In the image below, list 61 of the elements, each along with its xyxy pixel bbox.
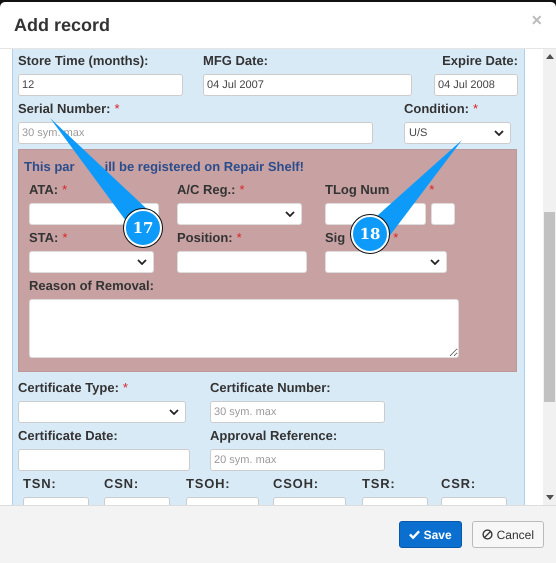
scroll-down-icon[interactable] <box>546 495 554 500</box>
dropdown[interactable] <box>29 251 154 273</box>
required-mark: * <box>114 101 120 116</box>
required-mark: * <box>240 182 245 197</box>
repair-message: This par <box>24 159 75 174</box>
scroll-thumb[interactable] <box>544 212 555 402</box>
cancel-button[interactable]: Cancel <box>472 521 544 548</box>
input-field[interactable] <box>431 203 455 225</box>
required-mark: * <box>429 182 434 197</box>
dropdown[interactable] <box>325 251 447 273</box>
chevron-down-icon <box>430 259 440 265</box>
field-label: TLog Num <box>325 182 390 197</box>
required-mark: * <box>62 230 68 245</box>
text-area[interactable] <box>29 299 459 358</box>
dialog-title: Add record <box>14 14 110 36</box>
required-mark: * <box>472 101 478 116</box>
chevron-down-icon <box>494 130 504 136</box>
field-label: TSN: <box>23 476 57 491</box>
chevron-down-icon <box>137 259 147 265</box>
field-label: Reason of Removal: <box>29 278 154 293</box>
scroll-up-icon[interactable] <box>546 54 554 59</box>
field-label: Condition: <box>404 101 469 116</box>
dropdown[interactable] <box>177 203 302 225</box>
chevron-down-icon <box>169 409 179 415</box>
input-field[interactable] <box>177 251 307 273</box>
check-icon <box>408 529 420 540</box>
field-label: Sig <box>325 230 346 245</box>
field-label: CSN: <box>104 476 139 491</box>
dropdown[interactable]: U/S <box>404 122 511 144</box>
field-label: Certificate Number: <box>210 380 331 395</box>
input-field[interactable]: 04 Jul 2008 <box>434 74 518 96</box>
field-label: Serial Number: <box>18 101 110 116</box>
input-field[interactable]: 12 <box>18 74 183 96</box>
required-mark: * <box>122 380 128 395</box>
input-field[interactable]: 30 sym. max <box>210 401 385 423</box>
field-label: CSOH: <box>273 476 319 491</box>
scrollbar[interactable] <box>543 49 556 505</box>
repair-message: ill be registered on Repair Shelf! <box>104 159 304 174</box>
field-label: Store Time (months): <box>18 53 148 68</box>
field-label: TSR: <box>362 476 396 491</box>
field-label: STA: <box>29 230 58 245</box>
required-mark: * <box>236 230 242 245</box>
field-label: MFG Date: <box>203 53 268 68</box>
ban-icon <box>482 529 493 540</box>
field-label: Certificate Type: <box>18 380 119 395</box>
input-field[interactable]: 20 sym. max <box>210 449 385 471</box>
save-button[interactable]: Save <box>398 521 462 548</box>
chevron-down-icon <box>285 211 295 217</box>
required-mark: * <box>62 182 68 197</box>
required-mark: * <box>393 230 398 245</box>
field-label: A/C Reg.: <box>177 182 236 197</box>
field-label: TSOH: <box>186 476 230 491</box>
field-label: CSR: <box>441 476 476 491</box>
field-label: Expire Date: <box>442 53 518 68</box>
input-field[interactable]: 04 Jul 2007 <box>203 74 412 96</box>
input-field[interactable] <box>18 449 190 471</box>
dropdown[interactable] <box>18 401 186 423</box>
field-label: Position: <box>177 230 233 245</box>
field-label: ATA: <box>29 182 58 197</box>
field-label: Certificate Date: <box>18 428 118 443</box>
field-label: Approval Reference: <box>210 428 338 443</box>
